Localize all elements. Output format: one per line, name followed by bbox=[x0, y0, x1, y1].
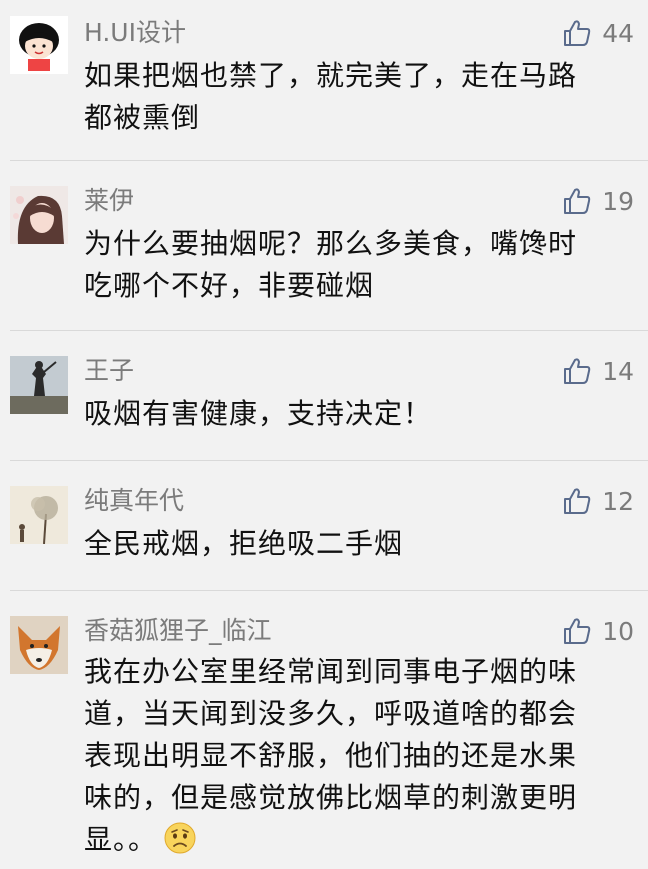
divider bbox=[10, 460, 648, 461]
comment-list: H.UI设计 44 如果把烟也禁了，就完美了，走在马路 都被熏倒 莱伊 19 为… bbox=[0, 0, 648, 869]
comment-username[interactable]: 莱伊 bbox=[84, 186, 134, 216]
thumbs-up-icon bbox=[564, 188, 591, 214]
avatar-anime-girl[interactable] bbox=[10, 186, 68, 244]
comment-text-line: 我在办公室里经常闻到同事电子烟的味 bbox=[84, 655, 578, 688]
comment-text-line: 道，当天闻到没多久，呼吸道啥的都会 bbox=[84, 697, 578, 730]
comment-text-line: 表现出明显不舒服，他们抽的还是水果 bbox=[84, 739, 578, 772]
avatar-cartoon-girl[interactable] bbox=[10, 16, 68, 74]
like-button[interactable]: 12 bbox=[562, 484, 634, 518]
comment-text-line: 吸烟有害健康，支持决定！ bbox=[84, 397, 433, 430]
divider bbox=[10, 590, 648, 591]
comment-text: 为什么要抽烟呢？那么多美食，嘴馋时 吃哪个不好，非要碰烟 bbox=[84, 223, 624, 307]
comment-text-line: 显。。 bbox=[84, 823, 158, 856]
thumbs-up-icon bbox=[564, 488, 591, 514]
comment-username[interactable]: 王子 bbox=[84, 356, 134, 386]
comment-text: 我在办公室里经常闻到同事电子烟的味 道，当天闻到没多久，呼吸道啥的都会 表现出明… bbox=[84, 651, 624, 861]
comment-username[interactable]: H.UI设计 bbox=[84, 18, 186, 48]
comment-text-line: 为什么要抽烟呢？那么多美食，嘴馋时 bbox=[84, 227, 578, 260]
comment-text: 全民戒烟，拒绝吸二手烟 bbox=[84, 523, 624, 565]
comment-text-line: 味的，但是感觉放佛比烟草的刺激更明 bbox=[84, 781, 578, 814]
worried-face-emoji-icon bbox=[164, 822, 196, 854]
divider bbox=[10, 160, 648, 161]
thumbs-up-icon bbox=[564, 618, 591, 644]
like-count: 14 bbox=[602, 356, 634, 386]
like-count: 19 bbox=[602, 186, 634, 216]
comment-text-line: 吃哪个不好，非要碰烟 bbox=[84, 269, 375, 302]
like-button[interactable]: 19 bbox=[562, 184, 634, 218]
divider bbox=[10, 330, 648, 331]
thumbs-up-icon bbox=[564, 358, 591, 384]
avatar-fox[interactable] bbox=[10, 616, 68, 674]
avatar-statue[interactable] bbox=[10, 356, 68, 414]
like-button[interactable]: 10 bbox=[562, 614, 634, 648]
comment-text: 如果把烟也禁了，就完美了，走在马路 都被熏倒 bbox=[84, 55, 624, 139]
avatar-landscape-tree[interactable] bbox=[10, 486, 68, 544]
comment-username[interactable]: 香菇狐狸子_临江 bbox=[84, 616, 272, 646]
thumbs-up-icon bbox=[564, 20, 591, 46]
like-count: 12 bbox=[602, 486, 634, 516]
comment-text-line: 全民戒烟，拒绝吸二手烟 bbox=[84, 527, 404, 560]
comment-username[interactable]: 纯真年代 bbox=[84, 486, 184, 516]
comment-text-line: 如果把烟也禁了，就完美了，走在马路 bbox=[84, 59, 578, 92]
comment-text-line: 都被熏倒 bbox=[84, 101, 201, 134]
like-button[interactable]: 14 bbox=[562, 354, 634, 388]
like-button[interactable]: 44 bbox=[562, 16, 634, 50]
comment-text: 吸烟有害健康，支持决定！ bbox=[84, 393, 624, 435]
like-count: 44 bbox=[602, 18, 634, 48]
comment-text-line-last: 显。。 bbox=[84, 819, 624, 861]
like-count: 10 bbox=[602, 616, 634, 646]
